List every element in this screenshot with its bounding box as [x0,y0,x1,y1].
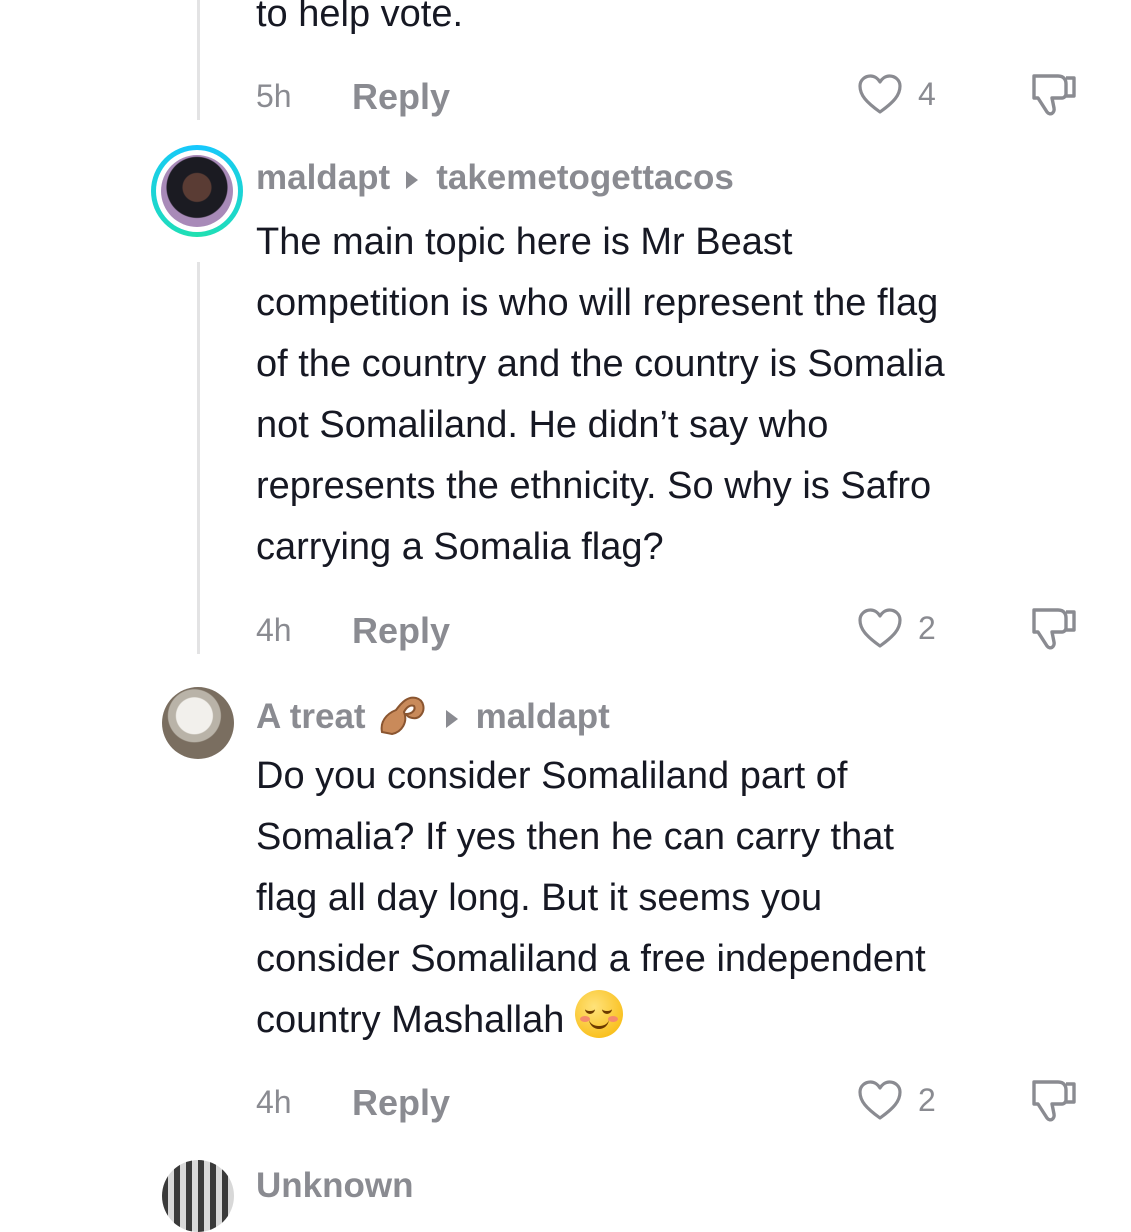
dislike-button[interactable] [1028,68,1084,122]
comment-time: 4h [256,1084,292,1120]
reply-button[interactable]: Reply [352,610,450,652]
comment-header: maldapt takemetogettacos [256,158,734,198]
heart-outline-icon [858,608,902,648]
reply-button[interactable]: Reply [352,1082,450,1124]
reply-to-username[interactable]: maldapt [476,697,610,736]
like-button[interactable]: 4 [856,70,956,120]
dislike-button[interactable] [1028,1074,1084,1128]
comment-username[interactable]: maldapt [256,158,390,197]
comment-time: 4h [256,612,292,648]
comment-text: The main topic here is Mr Beast competit… [256,221,945,568]
like-count: 4 [918,76,936,112]
thread-line [197,0,200,120]
heart-outline-icon [858,1080,902,1120]
comment-text: Do you consider Somaliland part of Somal… [256,746,926,1051]
comment-actions: 4h Reply 2 [256,600,1116,660]
avatar[interactable] [162,1160,234,1232]
comment-username[interactable]: Unknown [256,1166,413,1205]
thumbs-down-icon [1032,608,1076,650]
comment-time: 5h [256,78,292,114]
like-count: 2 [918,1082,936,1118]
comment-username[interactable]: A treat [256,697,366,736]
avatar[interactable] [151,145,243,237]
comment-text: to help vote. [256,0,464,35]
caret-right-icon [406,170,419,189]
thread-line [197,262,200,654]
avatar[interactable] [162,687,234,759]
comment-header: A treat maldapt [256,692,610,737]
comment-actions: 4h Reply 2 [256,1072,1116,1132]
smiling-blush-emoji [574,990,623,1038]
reply-button[interactable]: Reply [352,76,450,118]
reply-to-username[interactable]: takemetogettacos [436,158,734,197]
dislike-button[interactable] [1028,602,1084,656]
comment-actions: 5h Reply 4 [256,66,1116,126]
like-button[interactable]: 2 [856,1076,956,1126]
thumbs-down-icon [1032,1080,1076,1122]
pinching-hand-emoji [380,696,425,736]
thumbs-down-icon [1032,74,1076,116]
caret-right-icon [445,709,458,728]
comment-header: Unknown [256,1166,413,1206]
heart-outline-icon [858,74,902,114]
like-button[interactable]: 2 [856,604,956,654]
like-count: 2 [918,610,936,646]
